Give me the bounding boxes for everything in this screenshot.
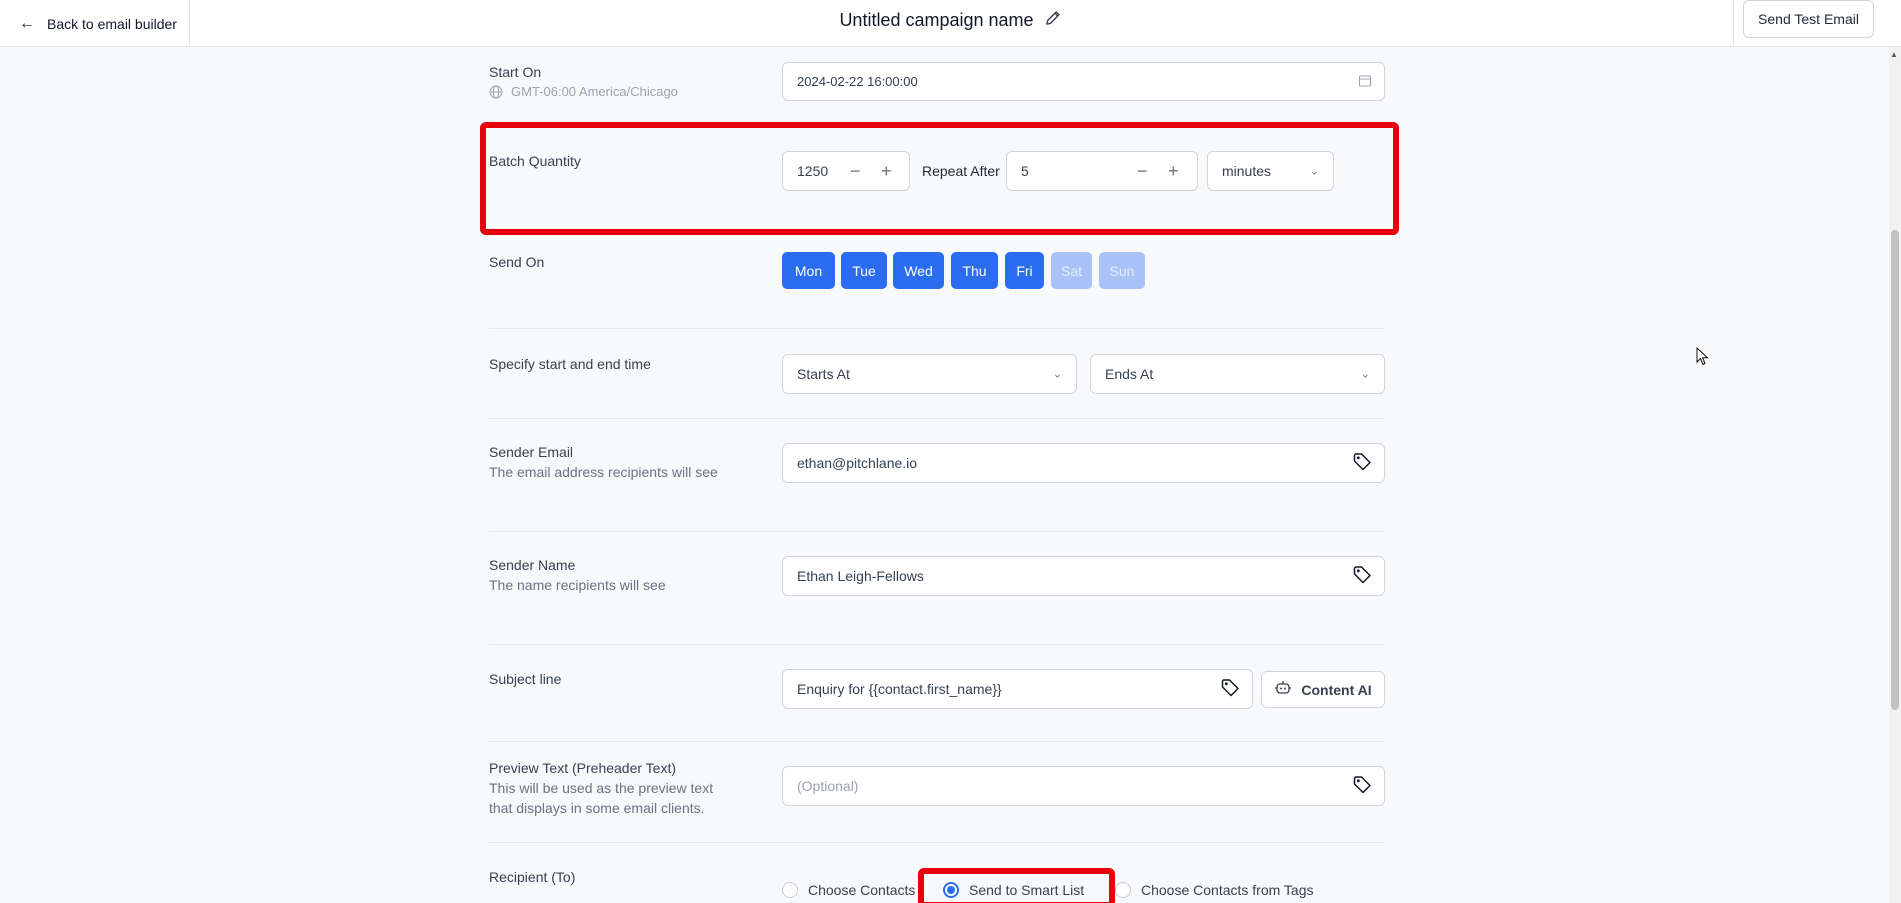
tag-icon[interactable] — [1352, 452, 1372, 475]
repeat-after-label: Repeat After — [922, 163, 1000, 179]
campaign-name: Untitled campaign name — [839, 9, 1034, 30]
starts-at-select[interactable]: Starts At ⌄ — [782, 354, 1077, 394]
repeat-unit-select[interactable]: minutes ⌄ — [1207, 151, 1334, 191]
campaign-title: Untitled campaign name — [0, 0, 1901, 40]
header-divider — [1733, 0, 1734, 47]
radio-label: Send to Smart List — [969, 882, 1085, 898]
repeat-after-value: 5 — [1021, 163, 1029, 179]
send-on-label: Send On — [489, 254, 545, 270]
batch-quantity-stepper[interactable]: 1250 − + — [782, 151, 910, 191]
content-ai-label: Content AI — [1301, 681, 1372, 698]
chevron-down-icon: ⌄ — [1052, 368, 1062, 381]
pencil-icon[interactable] — [1044, 9, 1062, 32]
repeat-after-stepper[interactable]: 5 − + — [1006, 151, 1198, 191]
preview-text-placeholder: (Optional) — [797, 778, 859, 794]
preview-text-help-1: This will be used as the preview text — [489, 780, 714, 796]
batch-quantity-label: Batch Quantity — [489, 153, 581, 169]
radio-label: Choose Contacts from Tags — [1141, 882, 1314, 898]
day-thu[interactable]: Thu — [951, 252, 998, 289]
minus-icon[interactable]: − — [1137, 162, 1148, 180]
globe-icon — [489, 85, 503, 99]
scrollbar-thumb[interactable] — [1891, 230, 1899, 710]
divider — [489, 842, 1385, 843]
sender-name-input[interactable]: Ethan Leigh-Fellows — [782, 556, 1385, 596]
divider — [489, 531, 1385, 532]
time-window-label: Specify start and end time — [489, 356, 651, 372]
send-test-email-button[interactable]: Send Test Email — [1743, 0, 1874, 38]
recipient-label: Recipient (To) — [489, 869, 576, 885]
sender-email-input[interactable]: ethan@pitchlane.io — [782, 443, 1385, 483]
batch-quantity-value: 1250 — [797, 163, 829, 179]
subject-line-input[interactable]: Enquiry for {{contact.first_name}} — [782, 669, 1253, 709]
day-sun[interactable]: Sun — [1099, 252, 1145, 289]
preview-text-label: Preview Text (Preheader Text) — [489, 760, 677, 776]
chevron-down-icon: ⌄ — [1360, 368, 1370, 381]
sender-email-help: The email address recipients will see — [489, 464, 718, 480]
timezone-info: GMT-06:00 America/Chicago — [489, 82, 678, 102]
start-on-label: Start On — [489, 64, 542, 80]
robot-icon — [1274, 680, 1292, 699]
preview-text-help-2: that displays in some email clients. — [489, 800, 705, 816]
ends-at-select[interactable]: Ends At ⌄ — [1090, 354, 1385, 394]
top-bar: ← Back to email builder Untitled campaig… — [0, 0, 1901, 47]
start-date-value: 2024-02-22 16:00:00 — [797, 74, 918, 89]
tag-icon[interactable] — [1220, 678, 1240, 701]
tag-icon[interactable] — [1352, 565, 1372, 588]
minus-icon[interactable]: − — [850, 162, 861, 180]
content-ai-button[interactable]: Content AI — [1261, 671, 1385, 708]
scroll-up-icon[interactable]: ▲ — [1890, 50, 1898, 59]
divider — [489, 644, 1385, 645]
subject-line-value: Enquiry for {{contact.first_name}} — [797, 681, 1002, 697]
mouse-cursor-icon — [1696, 346, 1710, 372]
tag-icon[interactable] — [1352, 775, 1372, 798]
calendar-icon[interactable] — [1358, 73, 1372, 90]
day-mon[interactable]: Mon — [782, 252, 835, 289]
radio-circle-selected[interactable] — [943, 882, 959, 898]
sender-name-label: Sender Name — [489, 557, 576, 573]
divider — [489, 328, 1385, 329]
day-fri[interactable]: Fri — [1005, 252, 1044, 289]
starts-at-placeholder: Starts At — [797, 366, 850, 382]
radio-label: Choose Contacts — [808, 882, 916, 898]
radio-choose-contacts[interactable]: Choose Contacts — [782, 882, 915, 898]
repeat-unit-value: minutes — [1222, 163, 1272, 179]
chevron-down-icon: ⌄ — [1309, 165, 1319, 178]
start-date-input[interactable]: 2024-02-22 16:00:00 — [782, 62, 1385, 101]
divider — [489, 741, 1385, 742]
plus-icon[interactable]: + — [881, 162, 892, 180]
day-sat[interactable]: Sat — [1051, 252, 1092, 289]
day-wed[interactable]: Wed — [893, 252, 944, 289]
radio-send-to-smart-list[interactable]: Send to Smart List — [943, 882, 1084, 898]
radio-choose-contacts-from-tags[interactable]: Choose Contacts from Tags — [1115, 882, 1314, 898]
radio-circle[interactable] — [782, 882, 798, 898]
sender-name-help: The name recipients will see — [489, 577, 666, 593]
sender-email-value: ethan@pitchlane.io — [797, 455, 918, 471]
subject-line-label: Subject line — [489, 671, 562, 687]
day-tue[interactable]: Tue — [841, 252, 887, 289]
divider — [489, 418, 1385, 419]
ends-at-placeholder: Ends At — [1105, 366, 1154, 382]
timezone-text: GMT-06:00 America/Chicago — [511, 84, 678, 99]
plus-icon[interactable]: + — [1168, 162, 1179, 180]
radio-circle[interactable] — [1115, 882, 1131, 898]
sender-name-value: Ethan Leigh-Fellows — [797, 568, 924, 584]
preview-text-input[interactable]: (Optional) — [782, 766, 1385, 806]
sender-email-label: Sender Email — [489, 444, 574, 460]
